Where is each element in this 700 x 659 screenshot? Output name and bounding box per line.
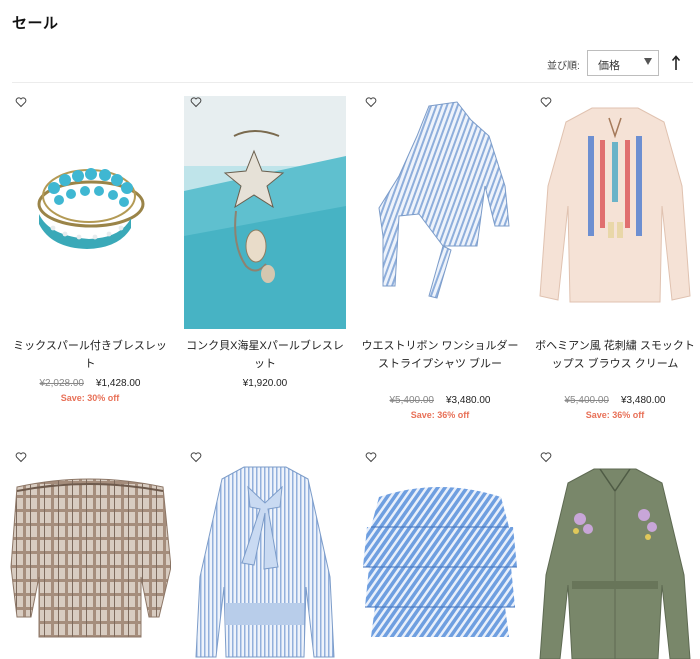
sort-select-value: 価格 — [598, 60, 620, 72]
product-name[interactable]: ウエストリボン ワンショルダー ストライプシャツ ブルー — [359, 337, 521, 373]
heart-icon[interactable] — [365, 96, 377, 108]
product-name[interactable]: コンク貝X海星Xパールブレスレット — [184, 337, 346, 373]
product-image[interactable] — [9, 467, 171, 659]
sale-price: ¥1,920.00 — [242, 378, 288, 389]
original-price: ¥5,400.00 — [389, 395, 435, 406]
chevron-down-icon — [644, 58, 652, 65]
product-prices: ¥5,400.00 ¥3,480.00 — [534, 395, 696, 406]
arrow-up-icon[interactable] — [668, 53, 684, 73]
original-price: ¥2,028.00 — [39, 378, 85, 389]
product-card[interactable]: ミックスパール付きブレスレット ¥2,028.00 ¥1,428.00 Save:… — [9, 88, 171, 418]
product-prices: ¥2,028.00 ¥1,428.00 — [9, 378, 171, 389]
product-card[interactable]: ボヘミアン風 花刺繍 スモックトップス ブラウス クリーム ¥5,400.00 ¥… — [534, 88, 696, 428]
product-image[interactable] — [359, 96, 521, 329]
original-price: ¥5,400.00 — [564, 395, 610, 406]
page-title: セール — [12, 15, 59, 32]
sort-label: 並び順: — [547, 61, 580, 72]
product-prices: ¥5,400.00 ¥3,480.00 — [359, 395, 521, 406]
product-card[interactable] — [9, 443, 171, 659]
heart-icon[interactable] — [190, 451, 202, 463]
heart-icon[interactable] — [365, 451, 377, 463]
heart-icon[interactable] — [15, 96, 27, 108]
discount-badge: Save: 36% off — [410, 410, 470, 420]
product-card[interactable] — [184, 443, 346, 659]
heart-icon[interactable] — [540, 96, 552, 108]
product-image[interactable] — [9, 96, 171, 329]
product-name[interactable]: ミックスパール付きブレスレット — [9, 337, 171, 373]
product-image[interactable] — [534, 465, 696, 659]
product-card[interactable] — [534, 443, 696, 659]
heart-icon[interactable] — [540, 451, 552, 463]
heart-icon[interactable] — [190, 96, 202, 108]
sale-price: ¥3,480.00 — [621, 395, 666, 406]
discount-badge: Save: 30% off — [60, 393, 120, 403]
product-image[interactable] — [184, 96, 346, 329]
discount-badge: Save: 36% off — [585, 410, 645, 420]
sort-bar: 並び順: 価格 — [0, 50, 700, 78]
product-image[interactable] — [534, 96, 696, 329]
product-image[interactable] — [184, 457, 346, 659]
product-card[interactable]: コンク貝X海星Xパールブレスレット ¥1,920.00 — [184, 88, 346, 418]
product-card[interactable] — [359, 443, 521, 659]
product-prices: ¥1,920.00 — [184, 378, 346, 389]
sort-select[interactable]: 価格 — [587, 50, 659, 76]
product-card[interactable]: ウエストリボン ワンショルダー ストライプシャツ ブルー ¥5,400.00 ¥3… — [359, 88, 521, 428]
product-name[interactable]: ボヘミアン風 花刺繍 スモックトップス ブラウス クリーム — [534, 337, 696, 373]
sale-price: ¥1,428.00 — [96, 378, 141, 389]
sale-price: ¥3,480.00 — [446, 395, 491, 406]
product-image[interactable] — [359, 467, 521, 659]
divider — [12, 82, 693, 83]
heart-icon[interactable] — [15, 451, 27, 463]
